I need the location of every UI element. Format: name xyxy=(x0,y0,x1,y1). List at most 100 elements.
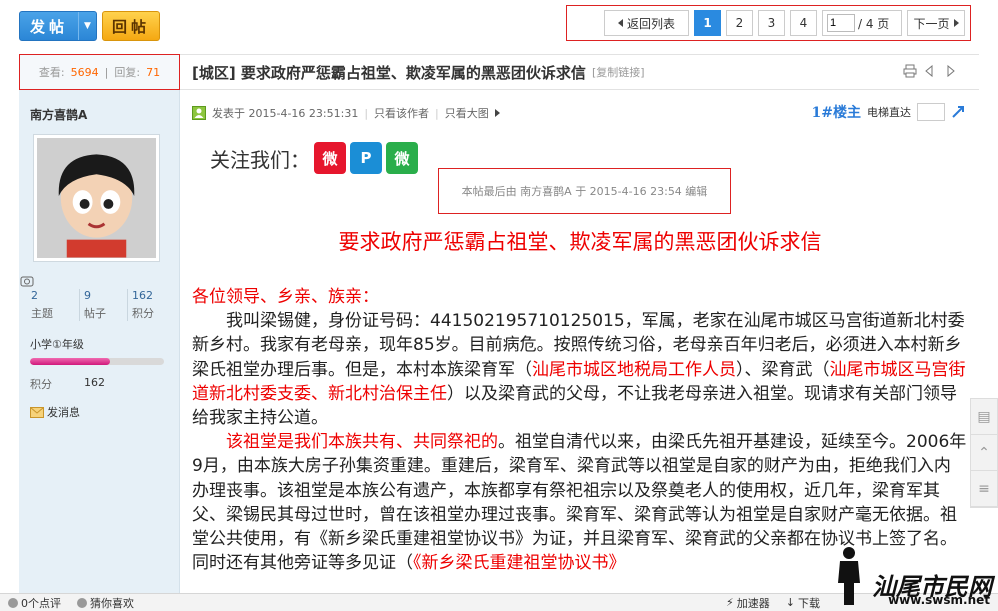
follow-label: 关注我们： xyxy=(210,147,310,172)
page-3[interactable]: 3 xyxy=(758,10,785,36)
grade-progress-fill xyxy=(30,358,111,365)
camera-icon[interactable] xyxy=(19,273,35,289)
tencent-weibo-icon[interactable]: P xyxy=(350,142,382,174)
author-stats: 2 主题 9 帖子 162 积分 xyxy=(31,289,175,321)
avatar[interactable] xyxy=(33,134,160,262)
p2-red-2: 《新乡梁氏重建祖堂协议书》 xyxy=(413,553,626,574)
reply-count: 71 xyxy=(146,65,161,79)
stat-label: 积分 xyxy=(132,307,154,320)
next-thread-icon[interactable] xyxy=(943,64,957,78)
page-1[interactable]: 1 xyxy=(694,10,721,36)
message-icon xyxy=(30,406,44,418)
points-value: 162 xyxy=(84,376,105,389)
lift-label: 电梯直达 xyxy=(867,106,911,119)
chevron-down-icon[interactable]: ▼ xyxy=(78,12,96,40)
thread-title-bar: [城区] 要求政府严惩霸占祖堂、欺凌军属的黑恶团伙诉求信 [复制链接] xyxy=(180,54,979,90)
stat-num: 162 xyxy=(132,289,153,302)
p2-red: 该祖堂是我们本族共有、共同祭祀的 xyxy=(226,432,498,453)
stat-topics[interactable]: 2 主题 xyxy=(31,289,79,321)
stat-posts[interactable]: 9 帖子 xyxy=(79,289,127,321)
post-content: 发表于 2015-4-16 23:51:31 | 只看该作者 | 只看大图 1#… xyxy=(180,90,979,611)
send-message-link[interactable]: 发消息 xyxy=(30,404,80,420)
back-to-list-button[interactable]: 返回列表 xyxy=(604,10,689,36)
watermark-url: www.swsm.net xyxy=(888,593,990,607)
floor-controls: 1#楼主 电梯直达 xyxy=(812,102,965,122)
thread-title: [城区] 要求政府严惩霸占祖堂、欺凌军属的黑恶团伙诉求信 xyxy=(192,63,586,82)
lift-input[interactable] xyxy=(917,103,945,121)
view-label: 查看: xyxy=(38,66,65,79)
comment-dot-icon xyxy=(8,597,18,608)
post-headline: 要求政府严惩霸占祖堂、欺凌军属的黑恶团伙诉求信 xyxy=(338,230,822,254)
comments-count[interactable]: 0个点评 xyxy=(0,595,69,611)
stat-points[interactable]: 162 积分 xyxy=(127,289,175,321)
p1-text: ）、梁育武（ xyxy=(736,359,830,380)
back-label: 返回列表 xyxy=(626,16,675,31)
user-online-icon xyxy=(192,106,206,120)
comments-label: 0个点评 xyxy=(21,596,61,610)
copy-link[interactable]: [复制链接] xyxy=(592,64,645,80)
post-date: 发表于 2015-4-16 23:51:31 xyxy=(212,107,359,120)
silhouette-icon xyxy=(838,547,860,605)
only-author-link[interactable]: 只看该作者 xyxy=(374,105,429,121)
page-total: / 4 页 xyxy=(858,16,890,31)
site-watermark: 汕尾市民网 www.swsm.net xyxy=(832,545,998,611)
follow-us: 关注我们： 微 P 微 xyxy=(210,142,418,174)
guess-dot-icon xyxy=(77,597,87,608)
edit-note: 本帖最后由 南方喜鹊A 于 2015-4-16 23:54 编辑 xyxy=(438,168,731,214)
post-button[interactable]: 发帖 ▼ xyxy=(19,11,97,41)
download-icon: ↓ xyxy=(785,596,795,609)
prev-thread-icon[interactable] xyxy=(923,64,937,78)
avatar-image xyxy=(37,138,156,258)
paragraph-1: 我叫梁锡健，身份证号码：441502195710125015，军属，老家在汕尾市… xyxy=(192,309,967,430)
weibo-icon[interactable]: 微 xyxy=(314,142,346,174)
author-name[interactable]: 南方喜鹊A xyxy=(30,106,87,123)
arrow-left-icon xyxy=(617,19,623,27)
page-2[interactable]: 2 xyxy=(726,10,753,36)
stat-label: 主题 xyxy=(31,307,53,320)
meta-separator: | xyxy=(435,106,439,120)
comment-icon[interactable]: ▤ xyxy=(971,399,997,435)
post-button-label: 发帖 xyxy=(29,17,68,36)
meta-separator: | xyxy=(364,106,369,120)
greeting: 各位领导、乡亲、族亲： xyxy=(192,287,379,307)
lift-go-icon[interactable] xyxy=(951,105,965,119)
thread-stats: 查看: 5694 | 回复: 71 xyxy=(19,54,180,90)
big-image-link[interactable]: 只看大图 xyxy=(445,105,489,121)
back-to-top-icon[interactable]: ⌃ xyxy=(971,435,997,471)
post-body: 各位领导、乡亲、族亲： 我叫梁锡健，身份证号码：4415021957101250… xyxy=(192,285,967,575)
arrow-right-icon xyxy=(953,19,959,27)
stat-num: 2 xyxy=(31,289,38,302)
stat-label: 帖子 xyxy=(84,307,106,320)
reply-button[interactable]: 回帖 xyxy=(102,11,160,41)
page-jump: / 4 页 xyxy=(822,10,902,36)
guess-you-like[interactable]: 猜你喜欢 xyxy=(69,595,142,611)
list-icon[interactable]: ≡ xyxy=(971,471,997,507)
download-button[interactable]: ↓ 下载 xyxy=(778,595,828,611)
accelerator-button[interactable]: ⚡ 加速器 xyxy=(718,595,778,611)
download-label: 下载 xyxy=(798,596,820,610)
accelerator-icon: ⚡ xyxy=(726,596,734,609)
page-4[interactable]: 4 xyxy=(790,10,817,36)
author-grade[interactable]: 小学①年级 xyxy=(30,336,84,352)
print-icon[interactable] xyxy=(903,64,917,78)
floor-number: 1#楼主 xyxy=(811,105,861,121)
page-jump-input[interactable] xyxy=(827,14,855,32)
next-label: 下一页 xyxy=(913,16,950,31)
accelerator-label: 加速器 xyxy=(736,596,770,610)
right-tools: ▤ ⌃ ≡ xyxy=(970,398,998,508)
reply-label: 回复: xyxy=(114,66,141,79)
stat-num: 9 xyxy=(84,289,91,302)
next-page-button[interactable]: 下一页 xyxy=(907,10,965,36)
author-points: 积分 162 xyxy=(30,376,105,392)
stats-separator: | xyxy=(104,65,109,79)
points-label: 积分 xyxy=(30,378,52,391)
send-message-label: 发消息 xyxy=(47,406,80,419)
guess-label: 猜你喜欢 xyxy=(90,596,134,610)
post-meta: 发表于 2015-4-16 23:51:31 | 只看该作者 | 只看大图 xyxy=(192,105,500,121)
grade-progress-bar xyxy=(30,358,164,365)
wechat-icon[interactable]: 微 xyxy=(386,142,418,174)
author-sidebar: 南方喜鹊A 2 主题 9 帖子 162 积分 小学①年级 积分 162 发消息 xyxy=(19,90,180,611)
title-icons xyxy=(903,64,957,78)
view-count: 5694 xyxy=(70,65,99,79)
pagination: 返回列表 1 2 3 4 / 4 页 下一页 xyxy=(566,5,971,41)
